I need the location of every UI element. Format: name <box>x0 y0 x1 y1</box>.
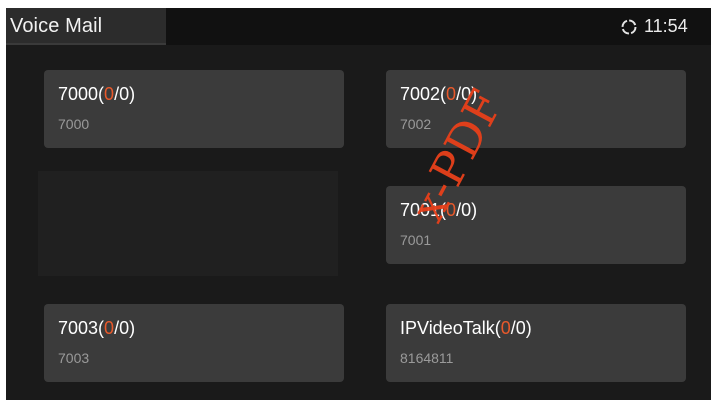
voicemail-extension: 7000 <box>58 116 90 132</box>
voicemail-card-7002[interactable]: 7002(0/0) 7002 <box>386 70 686 148</box>
new-message-count: 0 <box>104 318 115 338</box>
status-bar: Voice Mail 11:54 <box>6 8 711 45</box>
voicemail-name: 7003(0/0) <box>58 318 136 338</box>
voicemail-card-ipvideotalk[interactable]: IPVideoTalk(0/0) 8164811 <box>386 304 686 382</box>
status-clock: 11:54 <box>644 16 688 36</box>
new-message-count: 0 <box>500 318 511 338</box>
sync-icon <box>621 19 637 35</box>
voicemail-extension: 8164811 <box>400 350 454 366</box>
voicemail-name: 7001(0/0) <box>400 200 478 220</box>
voicemail-card-7003[interactable]: 7003(0/0) 7003 <box>44 304 344 382</box>
new-message-count: 0 <box>104 84 115 104</box>
new-message-count: 0 <box>446 84 457 104</box>
voicemail-card-7000[interactable]: 7000(0/0) 7000 <box>44 70 344 148</box>
voicemail-card-7001[interactable]: 7001(0/0) 7001 <box>386 186 686 264</box>
empty-card-placeholder <box>38 171 338 276</box>
page-title: Voice Mail <box>10 15 103 37</box>
voicemail-extension: 7001 <box>400 232 432 248</box>
voicemail-screen: Voice Mail 11:54 7000(0/0) 7000 7002(0/0… <box>6 8 711 400</box>
voicemail-extension: 7003 <box>58 350 90 366</box>
voicemail-name: 7000(0/0) <box>58 84 136 104</box>
voicemail-name: 7002(0/0) <box>400 84 478 104</box>
new-message-count: 0 <box>446 200 457 220</box>
voicemail-name: IPVideoTalk(0/0) <box>400 318 532 338</box>
voicemail-extension: 7002 <box>400 116 432 132</box>
title-tab: Voice Mail <box>6 8 166 45</box>
